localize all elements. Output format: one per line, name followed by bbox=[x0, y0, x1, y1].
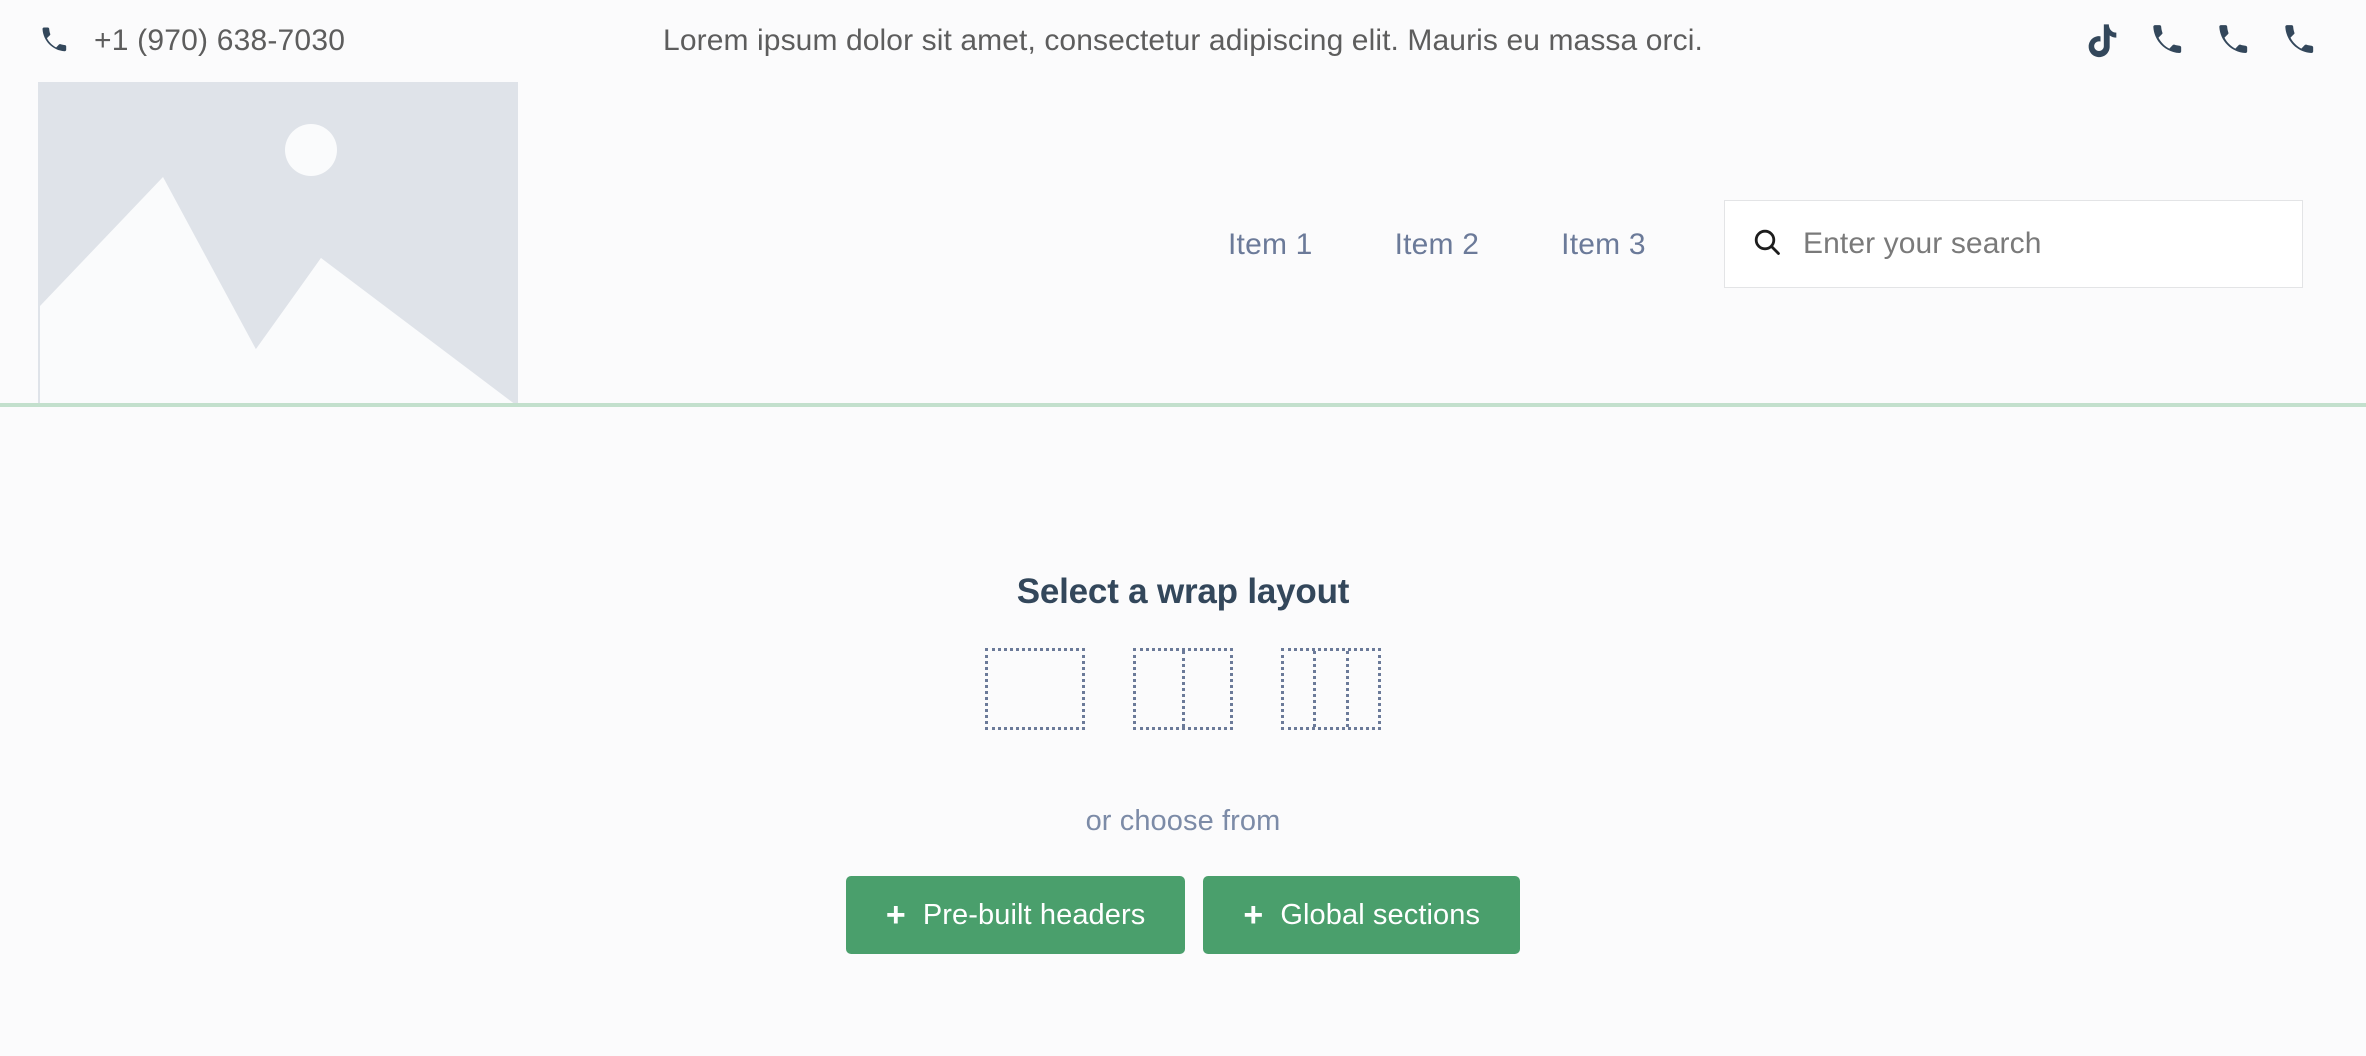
empty-state-buttons: + Pre-built headers + Global sections bbox=[845, 876, 1521, 954]
header-topbar: +1 (970) 638-7030 Lorem ipsum dolor sit … bbox=[0, 0, 2366, 82]
wrap-layout-3-column[interactable] bbox=[1281, 648, 1381, 730]
search-icon bbox=[1751, 226, 1783, 263]
header-phone[interactable]: +1 (970) 638-7030 bbox=[38, 0, 345, 82]
layout-cell bbox=[1136, 651, 1182, 727]
nav-item-3[interactable]: Item 3 bbox=[1561, 228, 1646, 262]
tiktok-icon[interactable] bbox=[2082, 21, 2122, 61]
phone-icon[interactable] bbox=[2214, 21, 2254, 61]
plus-icon: + bbox=[1243, 896, 1264, 934]
wrap-layout-empty-state: Select a wrap layout or choose from + Pr… bbox=[0, 407, 2366, 1056]
nav-item-1[interactable]: Item 1 bbox=[1228, 228, 1313, 262]
layout-cell bbox=[1345, 651, 1378, 727]
wrap-layout-title: Select a wrap layout bbox=[1016, 572, 1350, 611]
pre-built-headers-label: Pre-built headers bbox=[922, 898, 1146, 931]
phone-icon bbox=[38, 24, 72, 58]
layout-cell bbox=[1284, 651, 1313, 727]
wrap-layout-1-column[interactable] bbox=[985, 648, 1085, 730]
phone-number: +1 (970) 638-7030 bbox=[94, 24, 346, 57]
choose-from-label: or choose from bbox=[1085, 805, 1281, 837]
nav-item-list: Item 1 Item 2 Item 3 bbox=[1228, 200, 1646, 290]
header-tagline-text: Lorem ipsum dolor sit amet, consectetur … bbox=[663, 24, 1703, 57]
layout-cell bbox=[1313, 651, 1345, 727]
search-box[interactable]: Enter your search bbox=[1724, 200, 2303, 288]
layout-cell bbox=[988, 651, 1082, 727]
site-header: +1 (970) 638-7030 Lorem ipsum dolor sit … bbox=[0, 0, 2366, 407]
pre-built-headers-button[interactable]: + Pre-built headers bbox=[845, 876, 1186, 954]
wrap-layout-option-list bbox=[985, 648, 1381, 730]
global-sections-button[interactable]: + Global sections bbox=[1203, 876, 1521, 954]
phone-icon[interactable] bbox=[2148, 21, 2188, 61]
plus-icon: + bbox=[885, 896, 906, 934]
social-links bbox=[2082, 0, 2320, 82]
phone-icon[interactable] bbox=[2280, 21, 2320, 61]
nav-item-2[interactable]: Item 2 bbox=[1395, 228, 1480, 262]
global-sections-label: Global sections bbox=[1280, 898, 1481, 931]
search-input-placeholder: Enter your search bbox=[1803, 227, 2042, 260]
layout-cell bbox=[1181, 651, 1231, 727]
wrap-layout-2-column[interactable] bbox=[1133, 648, 1233, 730]
header-tagline: Lorem ipsum dolor sit amet, consectetur … bbox=[0, 0, 2366, 82]
